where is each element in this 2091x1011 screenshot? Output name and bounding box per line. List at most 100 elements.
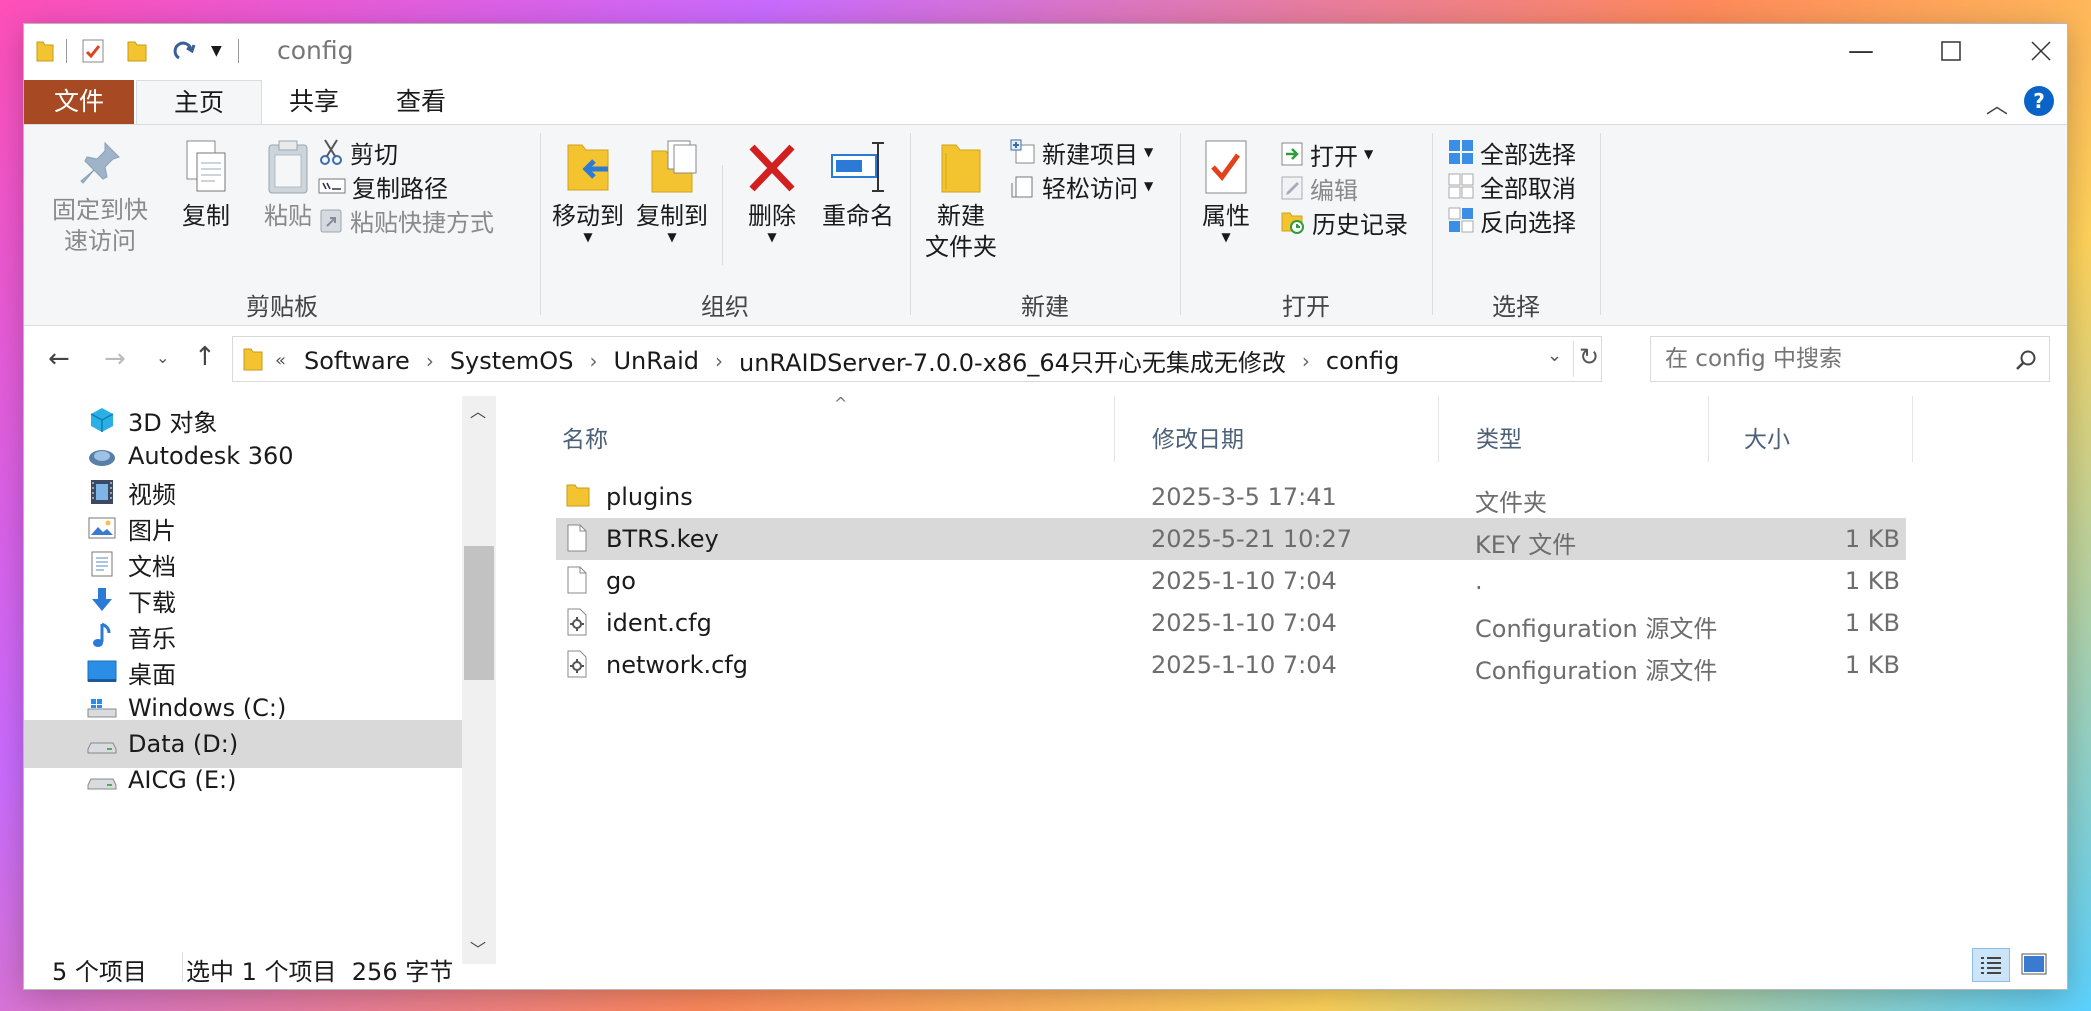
chevron-right-icon[interactable]: › — [1302, 349, 1310, 373]
address-bar[interactable]: « Software › SystemOS › UnRaid › unRAIDS… — [232, 336, 1602, 382]
breadcrumb-item[interactable]: UnRaid — [613, 347, 699, 375]
tab-share[interactable]: 共享 — [272, 80, 356, 124]
refresh-button[interactable]: ↻ — [1579, 343, 1599, 371]
chevron-up-icon: ︿ — [470, 402, 487, 421]
nav-item-label: Data (D:) — [128, 730, 239, 758]
history-icon — [1281, 212, 1304, 234]
select-all-button[interactable]: 全部选择 — [1448, 135, 1576, 169]
back-button[interactable]: ← — [48, 344, 70, 374]
chevron-right-icon[interactable]: › — [589, 349, 597, 373]
properties-qat-icon[interactable] — [81, 38, 105, 64]
scroll-up-button[interactable]: ︿ — [470, 398, 486, 422]
column-divider[interactable] — [1114, 396, 1115, 462]
group-separator — [1600, 133, 1601, 315]
easy-access-button[interactable]: 轻松访问 ▼ — [1010, 169, 1153, 203]
navigation-pane: 3D 对象 Autodesk 360 视频 图片 文档 下载 音乐 桌面 Win… — [24, 396, 496, 964]
forward-button[interactable]: → — [104, 344, 126, 374]
scrollbar-thumb[interactable] — [464, 546, 494, 680]
file-name: ident.cfg — [606, 609, 712, 637]
scissors-icon — [320, 139, 342, 165]
move-to-button[interactable]: 移动到 ▼ — [548, 139, 628, 243]
copy-to-label: 复制到 — [636, 202, 708, 230]
file-row[interactable]: plugins 2025-3-5 17:41 文件夹 — [556, 476, 1906, 518]
file-row-selected[interactable]: BTRS.key 2025-5-21 10:27 KEY 文件 1 KB — [556, 518, 1906, 560]
search-input[interactable] — [1663, 342, 2007, 376]
file-row[interactable]: ident.cfg 2025-1-10 7:04 Configuration 源… — [556, 602, 1906, 644]
breadcrumb-item[interactable]: unRAIDServer-7.0.0-x86_64只开心无集成无修改 — [739, 343, 1286, 378]
properties-button[interactable]: 属性 ▼ — [1190, 139, 1262, 243]
nav-item-aicg-e[interactable]: AICG (E:) — [24, 756, 462, 804]
column-header-date[interactable]: 修改日期 — [1152, 420, 1244, 454]
paste-shortcut-button[interactable]: 粘贴快捷方式 — [318, 203, 494, 237]
paste-button[interactable]: 粘贴 — [252, 139, 324, 232]
up-button[interactable]: ↑ — [194, 342, 216, 372]
pin-quick-access-button[interactable]: 固定到快 速访问 — [34, 139, 166, 257]
column-header-size[interactable]: 大小 — [1744, 420, 1790, 454]
pin-label-line1: 固定到快 — [52, 196, 148, 224]
column-divider[interactable] — [1708, 396, 1709, 462]
move-to-icon — [567, 144, 609, 191]
redo-icon[interactable] — [173, 38, 199, 64]
close-button[interactable] — [1996, 24, 2067, 78]
new-folder-qat-icon[interactable] — [127, 39, 147, 63]
large-icons-view-button[interactable] — [2016, 948, 2052, 980]
navigation-pane-scrollbar[interactable]: ︿ ﹀ — [462, 396, 496, 964]
file-size: 1 KB — [1844, 651, 1900, 679]
arrow-up-icon: ↑ — [194, 342, 216, 372]
ribbon-tabs: 文件 主页 共享 查看 ︿ ? — [24, 80, 2067, 127]
file-type: 文件夹 — [1475, 489, 1547, 517]
cut-button[interactable]: 剪切 — [318, 135, 398, 169]
tab-view[interactable]: 查看 — [374, 80, 468, 124]
copy-label: 复制 — [182, 202, 230, 230]
search-icon[interactable] — [2015, 349, 2037, 371]
help-button[interactable]: ? — [2024, 86, 2054, 116]
easy-access-dropdown-icon: ▼ — [1144, 179, 1154, 193]
column-header-type[interactable]: 类型 — [1476, 420, 1522, 454]
history-button[interactable]: 历史记录 — [1280, 205, 1408, 239]
minimize-button[interactable]: — — [1816, 24, 1906, 78]
edit-button[interactable]: 编辑 — [1280, 171, 1358, 205]
breadcrumb-item[interactable]: Software — [304, 347, 410, 375]
copy-to-button[interactable]: 复制到 ▼ — [632, 139, 712, 243]
maximize-button[interactable] — [1906, 24, 1996, 78]
details-view-button[interactable] — [1972, 948, 2010, 982]
new-item-button[interactable]: 新建项目 ▼ — [1010, 135, 1153, 169]
recent-locations-button[interactable]: ⌄ — [156, 348, 169, 367]
tab-home[interactable]: 主页 — [136, 80, 262, 127]
customize-qat-chevron-icon[interactable]: ▼ — [211, 43, 222, 59]
file-row[interactable]: network.cfg 2025-1-10 7:04 Configuration… — [556, 644, 1906, 686]
help-icon: ? — [2033, 89, 2045, 113]
copy-button[interactable]: 复制 — [170, 139, 242, 232]
breadcrumb-item[interactable]: SystemOS — [450, 347, 574, 375]
delete-label: 删除 — [748, 202, 796, 230]
column-divider[interactable] — [1912, 396, 1913, 462]
edit-label: 编辑 — [1310, 176, 1358, 205]
file-icon — [567, 566, 587, 594]
copy-path-button[interactable]: 复制路径 — [318, 169, 448, 203]
tab-file[interactable]: 文件 — [24, 80, 134, 124]
cut-label: 剪切 — [350, 140, 398, 169]
chevron-up-icon: ︿ — [1986, 94, 2009, 119]
file-date: 2025-1-10 7:04 — [1151, 609, 1337, 637]
file-row[interactable]: go 2025-1-10 7:04 . 1 KB — [556, 560, 1906, 602]
rename-button[interactable]: 重命名 — [816, 139, 900, 232]
scroll-down-button[interactable]: ﹀ — [470, 936, 486, 960]
copy-to-icon — [651, 140, 697, 193]
select-none-button[interactable]: 全部取消 — [1448, 169, 1576, 203]
easy-access-icon — [1011, 176, 1033, 198]
breadcrumb-overflow[interactable]: « — [275, 350, 286, 371]
delete-button[interactable]: 删除 ▼ — [732, 139, 812, 243]
delete-icon — [749, 144, 795, 192]
collapse-ribbon-button[interactable]: ︿ — [1986, 88, 2008, 120]
open-button[interactable]: 打开 ▼ — [1280, 137, 1373, 171]
address-dropdown-button[interactable]: ⌄ — [1547, 345, 1562, 366]
new-folder-button[interactable]: 新建 文件夹 — [916, 139, 1006, 263]
chevron-right-icon[interactable]: › — [715, 349, 723, 373]
invert-selection-button[interactable]: 反向选择 — [1448, 203, 1576, 237]
column-header-name[interactable]: 名称 — [562, 420, 608, 454]
breadcrumb-item[interactable]: config — [1326, 347, 1399, 375]
column-divider[interactable] — [1438, 396, 1439, 462]
move-to-label: 移动到 — [552, 202, 624, 230]
file-name: plugins — [606, 483, 693, 511]
chevron-right-icon[interactable]: › — [426, 349, 434, 373]
